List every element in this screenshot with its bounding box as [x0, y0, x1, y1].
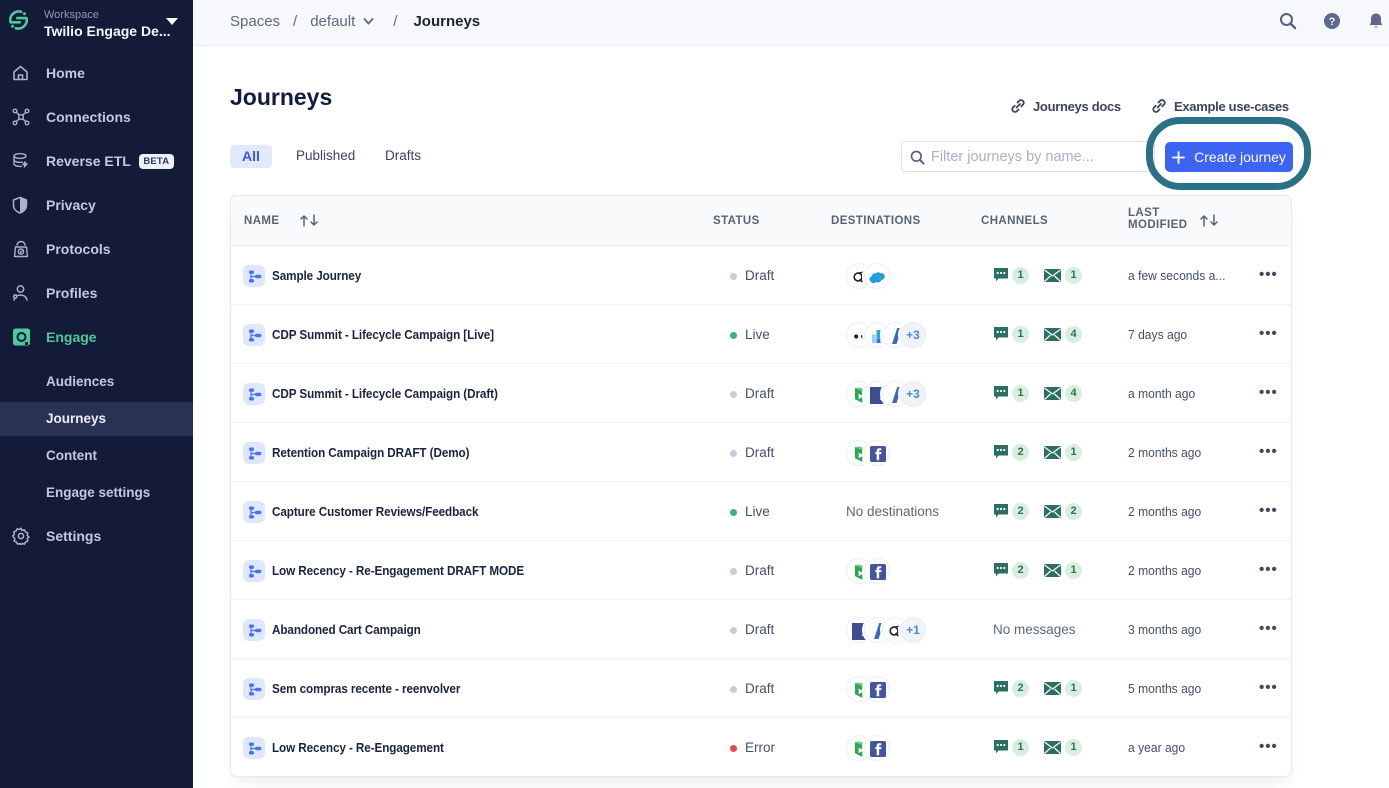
svg-text:?: ?: [1329, 16, 1336, 28]
